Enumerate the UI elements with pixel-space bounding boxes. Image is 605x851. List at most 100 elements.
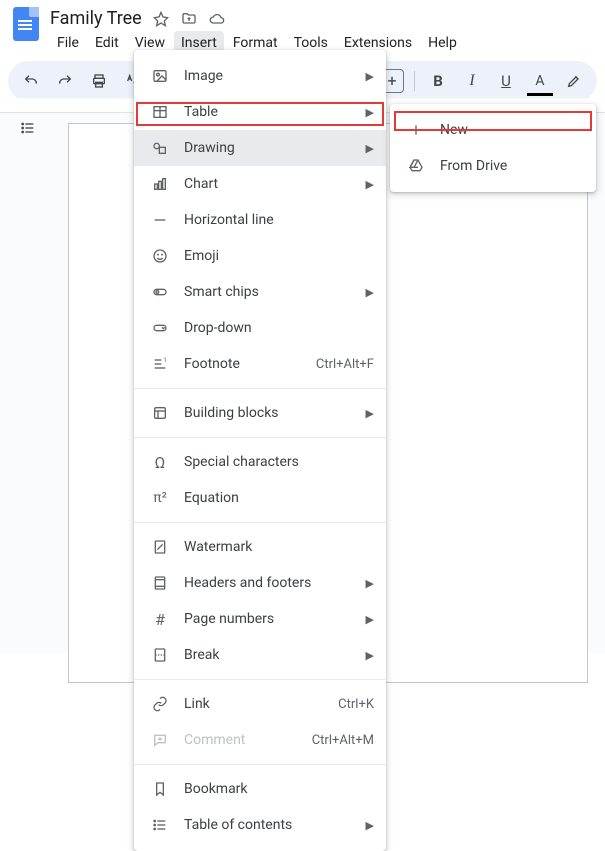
insert-menu-dropdown: Image ▶ Table ▶ Drawing ▶ Chart ▶ Horizo… [134, 50, 386, 851]
menu-item-label: Smart chips [184, 284, 352, 300]
footnote-icon: 1 [150, 356, 170, 372]
svg-text:1: 1 [163, 357, 166, 364]
comment-icon [150, 732, 170, 748]
menu-item-label: Break [184, 647, 352, 663]
watermark-icon [150, 539, 170, 555]
menu-separator [134, 764, 386, 765]
menu-item-drawing[interactable]: Drawing ▶ [134, 130, 386, 166]
submenu-item-new[interactable]: New [390, 112, 596, 148]
menu-file[interactable]: File [50, 31, 86, 55]
menu-help[interactable]: Help [421, 31, 464, 55]
print-button[interactable] [86, 68, 112, 94]
hash-icon: # [150, 610, 170, 629]
menu-item-label: Link [184, 696, 324, 712]
menu-item-table-of-contents[interactable]: Table of contents ▶ [134, 807, 386, 843]
menu-item-link[interactable]: Link Ctrl+K [134, 686, 386, 722]
omega-icon: Ω [150, 453, 170, 472]
document-outline-button[interactable] [20, 120, 36, 140]
submenu-arrow-icon: ▶ [366, 70, 374, 83]
submenu-arrow-icon: ▶ [366, 819, 374, 832]
menu-item-building-blocks[interactable]: Building blocks ▶ [134, 395, 386, 431]
menu-separator [134, 522, 386, 523]
menu-item-table[interactable]: Table ▶ [134, 94, 386, 130]
text-color-button[interactable]: A [527, 68, 553, 94]
menu-item-break[interactable]: Break ▶ [134, 637, 386, 673]
drawing-submenu: New From Drive [390, 104, 596, 192]
submenu-arrow-icon: ▶ [366, 577, 374, 590]
star-icon[interactable] [152, 10, 170, 28]
submenu-arrow-icon: ▶ [366, 286, 374, 299]
menu-item-emoji[interactable]: Emoji [134, 238, 386, 274]
submenu-item-from-drive[interactable]: From Drive [390, 148, 596, 184]
italic-button[interactable]: I [459, 68, 485, 94]
menu-separator [134, 388, 386, 389]
menu-edit[interactable]: Edit [88, 31, 126, 55]
submenu-arrow-icon: ▶ [366, 106, 374, 119]
menu-item-footnote[interactable]: 1 Footnote Ctrl+Alt+F [134, 346, 386, 382]
pi-icon: π² [150, 490, 170, 506]
menu-item-shortcut: Ctrl+Alt+F [316, 357, 374, 372]
menu-item-special-characters[interactable]: Ω Special characters [134, 444, 386, 480]
drawing-icon [150, 140, 170, 156]
submenu-arrow-icon: ▶ [366, 649, 374, 662]
menu-item-shortcut: Ctrl+Alt+M [312, 733, 374, 748]
chart-icon [150, 176, 170, 192]
menu-item-label: Drawing [184, 140, 352, 156]
plus-icon [406, 122, 426, 138]
document-title[interactable]: Family Tree [50, 8, 142, 29]
menu-item-page-numbers[interactable]: # Page numbers ▶ [134, 601, 386, 637]
menu-item-image[interactable]: Image ▶ [134, 58, 386, 94]
menu-item-smart-chips[interactable]: Smart chips ▶ [134, 274, 386, 310]
submenu-item-label: New [440, 122, 468, 138]
menu-item-equation[interactable]: π² Equation [134, 480, 386, 516]
horizontal-line-icon [150, 212, 170, 228]
submenu-arrow-icon: ▶ [366, 613, 374, 626]
link-icon [150, 696, 170, 712]
move-to-folder-icon[interactable] [180, 10, 198, 28]
menu-item-drop-down[interactable]: Drop-down [134, 310, 386, 346]
menu-item-label: Bookmark [184, 781, 374, 797]
menu-item-label: Footnote [184, 356, 302, 372]
submenu-arrow-icon: ▶ [366, 142, 374, 155]
menu-item-chart[interactable]: Chart ▶ [134, 166, 386, 202]
drive-icon [406, 158, 426, 174]
bookmark-icon [150, 781, 170, 797]
bold-button[interactable]: B [425, 68, 451, 94]
menu-item-horizontal-line[interactable]: Horizontal line [134, 202, 386, 238]
toc-icon [150, 817, 170, 833]
submenu-item-label: From Drive [440, 158, 507, 174]
menu-item-label: Comment [184, 732, 298, 748]
menu-item-label: Table of contents [184, 817, 352, 833]
building-blocks-icon [150, 405, 170, 421]
menu-item-label: Watermark [184, 539, 374, 555]
menu-item-label: Image [184, 68, 352, 84]
cloud-status-icon[interactable] [208, 10, 226, 28]
menu-item-watermark[interactable]: Watermark [134, 529, 386, 565]
menu-item-label: Building blocks [184, 405, 352, 421]
docs-logo[interactable] [8, 6, 44, 42]
dropdown-icon [150, 320, 170, 336]
headers-footers-icon [150, 575, 170, 591]
menu-separator [134, 437, 386, 438]
menu-item-label: Special characters [184, 454, 374, 470]
table-icon [150, 104, 170, 120]
menu-item-label: Headers and footers [184, 575, 352, 591]
highlight-color-button[interactable] [561, 68, 587, 94]
menu-item-label: Equation [184, 490, 374, 506]
emoji-icon [150, 248, 170, 264]
submenu-arrow-icon: ▶ [366, 407, 374, 420]
undo-button[interactable] [18, 68, 44, 94]
redo-button[interactable] [52, 68, 78, 94]
menu-item-label: Emoji [184, 248, 374, 264]
menu-item-headers-footers[interactable]: Headers and footers ▶ [134, 565, 386, 601]
menu-item-label: Horizontal line [184, 212, 374, 228]
image-icon [150, 68, 170, 84]
toolbar-separator [414, 71, 415, 91]
menu-item-label: Chart [184, 176, 352, 192]
break-icon [150, 647, 170, 663]
menu-item-label: Drop-down [184, 320, 374, 336]
menu-item-bookmark[interactable]: Bookmark [134, 771, 386, 807]
underline-button[interactable]: U [493, 68, 519, 94]
smart-chips-icon [150, 284, 170, 300]
menu-item-label: Page numbers [184, 611, 352, 627]
